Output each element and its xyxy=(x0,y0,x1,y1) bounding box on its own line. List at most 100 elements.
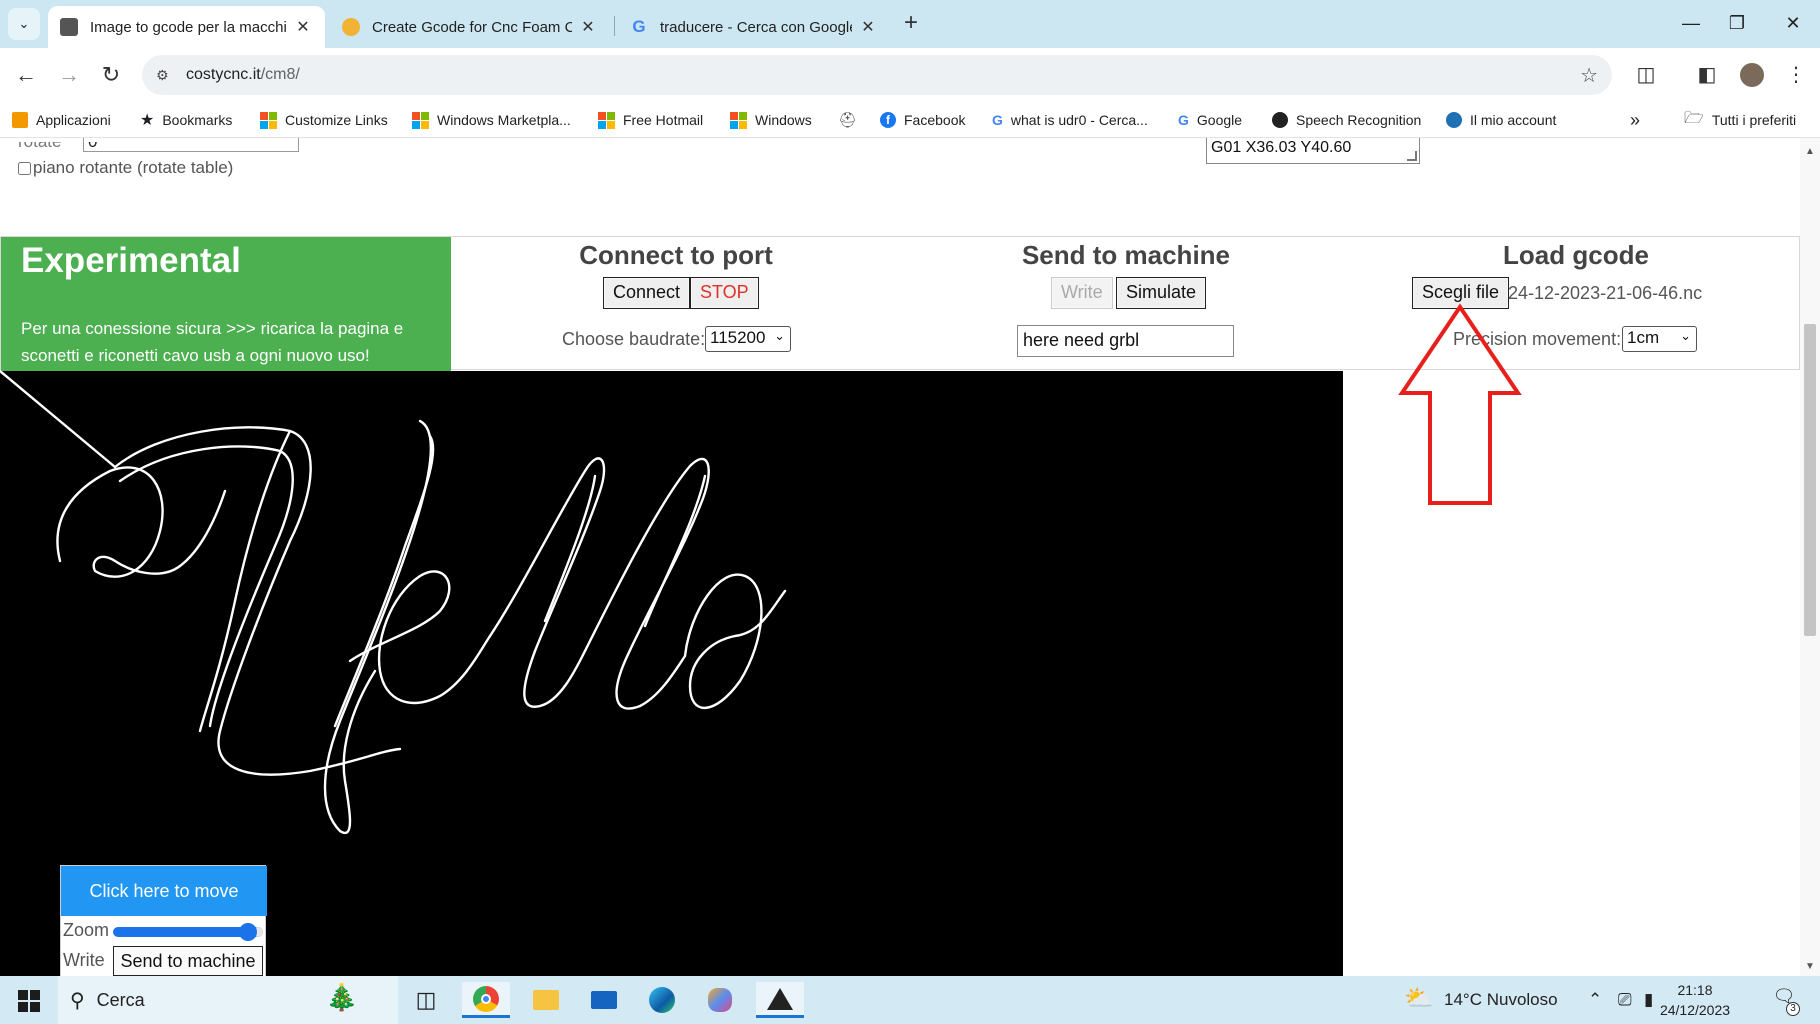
windows-logo-icon xyxy=(412,111,429,129)
taskbar-search[interactable]: ⚲ Cerca 🎄 xyxy=(58,976,398,1024)
edge-browser-icon[interactable] xyxy=(638,982,686,1018)
travel-line xyxy=(0,369,117,469)
bookmark-label: Tutti i preferiti xyxy=(1711,112,1797,128)
bookmark-free-hotmail[interactable]: Free Hotmail xyxy=(598,110,703,130)
battery-icon[interactable]: ▮ xyxy=(1644,990,1653,1010)
precision-select[interactable]: 1cm ⌄ xyxy=(1622,326,1697,352)
inkscape-app-icon[interactable] xyxy=(756,982,804,1018)
page-scrollbar[interactable]: ▲ ▼ xyxy=(1800,138,1820,976)
rotate-label: rotate xyxy=(18,138,62,151)
reload-icon[interactable]: ↻ xyxy=(97,61,125,89)
chrome-app-icon[interactable] xyxy=(462,982,510,1018)
tab-create-gcode[interactable]: Create Gcode for Cnc Foam Cut ✕ xyxy=(330,6,610,48)
tab-search-button[interactable]: ⌄ xyxy=(8,8,40,40)
scroll-up-icon[interactable]: ▲ xyxy=(1805,146,1815,157)
file-explorer-icon[interactable] xyxy=(522,982,570,1018)
write-label: Write xyxy=(63,950,105,970)
bookmark-what-is-udr0[interactable]: G what is udr0 - Cerca... xyxy=(992,110,1148,130)
connect-button[interactable]: Connect xyxy=(603,277,691,309)
restore-window-icon[interactable]: ❐ xyxy=(1712,8,1762,38)
bookmark-windows-marketplace[interactable]: Windows Marketpla... xyxy=(412,110,571,130)
paint-app-icon[interactable] xyxy=(696,982,744,1018)
site-settings-icon[interactable]: ⚙ xyxy=(156,67,182,84)
chevron-down-icon: ⌄ xyxy=(1680,328,1691,343)
notification-icon[interactable]: 🗨 3 xyxy=(1768,986,1800,1016)
bookmark-label: Free Hotmail xyxy=(623,112,704,128)
bookmark-bookmarks[interactable]: ★ Bookmarks xyxy=(140,110,232,130)
browser-toolbar: ← → ↻ ⚙ costycnc.it/cm8/ ☆ ◫ ◧ ⋮ xyxy=(0,48,1820,102)
gcode-text: G01 X36.03 Y40.60 xyxy=(1211,139,1352,156)
bookmark-speech-recognition[interactable]: Speech Recognition xyxy=(1272,110,1421,130)
tray-chevron-up-icon[interactable]: ⌃ xyxy=(1588,990,1602,1010)
all-favorites-folder[interactable]: 🗁 Tutti i preferiti xyxy=(1684,110,1796,130)
grbl-status-input[interactable]: here need grbl xyxy=(1017,325,1234,357)
close-tab-icon[interactable]: ✕ xyxy=(858,17,878,37)
click-to-move-button[interactable]: Click here to move xyxy=(61,866,267,916)
zoom-slider[interactable] xyxy=(113,923,263,941)
more-bookmarks-chevron-icon[interactable]: » xyxy=(1630,110,1640,130)
simulate-button[interactable]: Simulate xyxy=(1116,277,1207,309)
network-icon[interactable]: ⎚ xyxy=(1618,990,1632,1010)
move-control-box: Click here to move Zoom Write Send to ma… xyxy=(60,865,267,976)
checkbox[interactable] xyxy=(18,161,31,175)
edge-account-icon xyxy=(1446,112,1462,128)
extensions-puzzle-icon[interactable]: ◫ xyxy=(1632,61,1660,89)
baudrate-value: 115200 xyxy=(710,328,766,347)
google-g-icon: G xyxy=(992,112,1003,128)
stop-button[interactable]: STOP xyxy=(690,277,759,309)
scrollbar-thumb[interactable] xyxy=(1804,324,1816,636)
google-g-icon: G xyxy=(632,17,646,36)
tab-title: Image to gcode per la macchina xyxy=(90,18,287,36)
tab-strip: ⌄ Image to gcode per la macchina ✕ Creat… xyxy=(0,0,1820,48)
bookmark-star-icon[interactable]: ☆ xyxy=(1580,63,1598,88)
minimize-icon[interactable]: — xyxy=(1666,8,1716,38)
write-button[interactable]: Write xyxy=(1051,277,1113,309)
bookmark-il-mio-account[interactable]: Il mio account xyxy=(1446,110,1556,130)
chevron-down-icon: ⌄ xyxy=(774,328,785,343)
bookmark-label: Windows xyxy=(755,112,812,128)
bookmark-unnamed[interactable]: ⛑ xyxy=(838,110,857,130)
gcode-textarea[interactable]: G01 X36.03 Y40.60 xyxy=(1206,138,1420,164)
side-panel-icon[interactable]: ◧ xyxy=(1693,61,1721,89)
close-window-icon[interactable]: ✕ xyxy=(1768,8,1818,38)
bookmark-customize-links[interactable]: Customize Links xyxy=(260,110,388,130)
send-to-machine-button[interactable]: Send to machine xyxy=(113,946,263,976)
bookmark-facebook[interactable]: f Facebook xyxy=(880,110,965,130)
hello-letter-l1 xyxy=(488,457,606,708)
precision-value: 1cm xyxy=(1627,328,1660,347)
load-heading: Load gcode xyxy=(1503,240,1649,270)
menu-kebab-icon[interactable]: ⋮ xyxy=(1782,61,1810,89)
windows-start-icon[interactable] xyxy=(18,990,40,1012)
resize-grip-icon[interactable] xyxy=(1407,151,1417,161)
facebook-icon: f xyxy=(880,112,896,128)
tab-image-to-gcode[interactable]: Image to gcode per la macchina ✕ xyxy=(48,6,325,48)
bookmark-label: Facebook xyxy=(904,112,966,128)
bookmark-windows[interactable]: Windows xyxy=(730,110,812,130)
bookmark-label: what is udr0 - Cerca... xyxy=(1010,112,1148,128)
bookmark-label: Applicazioni xyxy=(36,112,111,128)
taskbar-clock[interactable]: 21:18 24/12/2023 xyxy=(1655,980,1735,1020)
bookmark-google[interactable]: G Google xyxy=(1178,110,1242,130)
address-bar[interactable]: ⚙ costycnc.it/cm8/ ☆ xyxy=(142,55,1612,95)
rotate-input[interactable]: 0 xyxy=(83,138,299,152)
baudrate-select[interactable]: 115200 ⌄ xyxy=(705,326,791,352)
new-tab-plus-icon[interactable]: + xyxy=(897,10,925,38)
forward-arrow-icon[interactable]: → xyxy=(55,61,83,89)
windows-logo-icon xyxy=(598,111,615,129)
mail-icon[interactable] xyxy=(580,982,628,1018)
weather-text[interactable]: 14°C Nuvoloso xyxy=(1444,990,1558,1010)
task-view-icon[interactable]: ◫ xyxy=(402,982,450,1018)
scroll-down-icon[interactable]: ▼ xyxy=(1805,961,1815,972)
weather-cloud-icon[interactable]: ⛅ xyxy=(1404,984,1434,1013)
experimental-title: Experimental xyxy=(21,241,241,280)
rotate-table-checkbox[interactable]: piano rotante (rotate table) xyxy=(18,158,233,178)
back-arrow-icon[interactable]: ← xyxy=(12,61,40,89)
profile-avatar[interactable] xyxy=(1738,61,1766,89)
slider-knob[interactable] xyxy=(239,923,257,941)
close-tab-icon[interactable]: ✕ xyxy=(578,17,598,37)
bookmark-applicazioni[interactable]: Applicazioni xyxy=(12,110,111,130)
close-tab-icon[interactable]: ✕ xyxy=(293,17,313,37)
tab-traducere[interactable]: G traducere - Cerca con Google ✕ xyxy=(618,6,890,48)
control-panel: Experimental Per una conessione sicura >… xyxy=(0,236,1800,371)
apps-icon xyxy=(12,112,28,128)
